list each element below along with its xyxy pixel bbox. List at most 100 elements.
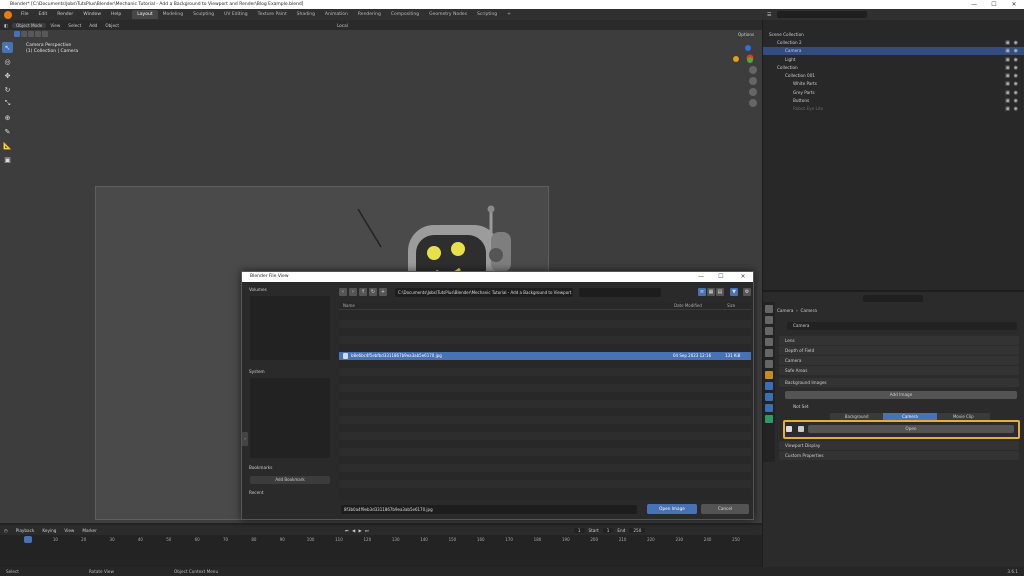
- source-background-tab[interactable]: Background: [830, 413, 884, 420]
- file-row[interactable]: [339, 416, 751, 424]
- visibility-eye-icon[interactable]: ◉: [1014, 39, 1018, 47]
- file-row[interactable]: [339, 488, 751, 496]
- render-toggle-icon[interactable]: ▣: [1005, 64, 1010, 72]
- visibility-eye-icon[interactable]: ◉: [1014, 56, 1018, 64]
- dialog-close-button[interactable]: ✕: [736, 272, 750, 282]
- section-lens[interactable]: Lens: [779, 336, 1019, 345]
- tab-sculpting[interactable]: Sculpting: [188, 10, 219, 19]
- modifier-tab-icon[interactable]: [765, 382, 773, 390]
- file-row[interactable]: [339, 408, 751, 416]
- timeline-ruler[interactable]: 0102030405060708090100110120130140150160…: [0, 536, 762, 544]
- tab-modeling[interactable]: Modeling: [158, 10, 188, 19]
- tab-rendering[interactable]: Rendering: [353, 10, 386, 19]
- render-toggle-icon[interactable]: ▣: [1005, 39, 1010, 47]
- select-extend-icon[interactable]: [21, 31, 27, 37]
- scene-tab-icon[interactable]: [765, 349, 773, 357]
- tab-geometry-nodes[interactable]: Geometry Nodes: [424, 10, 472, 19]
- menu-window[interactable]: Window: [78, 12, 106, 17]
- filter-icon[interactable]: ▼: [730, 288, 738, 296]
- column-date[interactable]: Date Modified: [674, 302, 702, 310]
- menu-keying[interactable]: Keying: [38, 528, 60, 533]
- outliner-search-input[interactable]: [777, 11, 868, 18]
- outliner-row[interactable]: Scene Collection: [763, 31, 1024, 39]
- render-toggle-icon[interactable]: ▣: [1005, 56, 1010, 64]
- outliner-row[interactable]: Robot Eye Lite ▣ ◉: [763, 105, 1024, 113]
- camera-data-field[interactable]: Camera: [787, 322, 1017, 330]
- outliner-row[interactable]: White Parts ▣ ◉: [763, 80, 1024, 88]
- file-search-input[interactable]: [579, 287, 661, 297]
- bookmarks-header[interactable]: Bookmarks: [246, 464, 332, 472]
- volumes-list[interactable]: [250, 296, 330, 360]
- move-icon[interactable]: ✥: [2, 70, 13, 81]
- outliner-editor-icon[interactable]: ☰: [763, 12, 771, 18]
- source-movie-clip-tab[interactable]: Movie Clip: [936, 413, 990, 420]
- tab-texture-paint[interactable]: Texture Paint: [253, 10, 292, 19]
- tool-tab-icon[interactable]: [765, 305, 773, 313]
- file-row[interactable]: [339, 328, 751, 336]
- file-row[interactable]: [339, 472, 751, 480]
- menu-view[interactable]: View: [46, 23, 64, 28]
- settings-gear-icon[interactable]: ⚙: [743, 288, 751, 296]
- file-row[interactable]: [339, 336, 751, 344]
- playback-controls[interactable]: ⏮ ◀ ▶ ⏭: [341, 528, 374, 533]
- grid-view-icon[interactable]: ▤: [716, 288, 724, 296]
- outliner-row[interactable]: Collection 2 ▣ ◉: [763, 39, 1024, 47]
- add-cube-icon[interactable]: ▣: [2, 154, 13, 165]
- outliner-row[interactable]: Collection 001 ▣ ◉: [763, 72, 1024, 80]
- list-view-icon[interactable]: ≡: [698, 288, 706, 296]
- close-button[interactable]: ✕: [1004, 0, 1024, 9]
- dialog-minimize-button[interactable]: —: [694, 272, 708, 282]
- select-intersect-icon[interactable]: [42, 31, 48, 37]
- filename-input[interactable]: 8f3b0a4f9eb3d3311867b9ea3ab5e6170.jpg: [341, 505, 637, 514]
- navigation-gizmo[interactable]: [728, 40, 758, 107]
- system-list[interactable]: [250, 378, 330, 458]
- file-row[interactable]: [339, 448, 751, 456]
- menu-file[interactable]: File: [16, 12, 34, 17]
- outliner-row[interactable]: Buttons ▣ ◉: [763, 97, 1024, 105]
- rotate-icon[interactable]: ↻: [2, 84, 13, 95]
- menu-add[interactable]: Add: [85, 23, 101, 28]
- scale-icon[interactable]: ⤡: [2, 98, 13, 109]
- system-header[interactable]: System: [246, 368, 332, 376]
- camera-data-tab-icon[interactable]: [765, 415, 773, 423]
- outliner-row[interactable]: Grey Parts ▣ ◉: [763, 89, 1024, 97]
- tab-layout[interactable]: Layout: [132, 10, 158, 19]
- properties-search-input[interactable]: [863, 295, 923, 302]
- file-row[interactable]: [339, 312, 751, 320]
- timeline-editor-icon[interactable]: ◷: [0, 528, 12, 533]
- outliner-row[interactable]: Light ▣ ◉: [763, 56, 1024, 64]
- file-row[interactable]: [339, 440, 751, 448]
- volumes-header[interactable]: Volumes: [246, 286, 332, 294]
- file-row[interactable]: [339, 456, 751, 464]
- file-row[interactable]: [339, 392, 751, 400]
- visibility-eye-icon[interactable]: ◉: [1014, 97, 1018, 105]
- cursor-icon[interactable]: ◎: [2, 56, 13, 67]
- section-dof[interactable]: Depth of Field: [779, 346, 1019, 355]
- world-tab-icon[interactable]: [765, 360, 773, 368]
- blender-logo-icon[interactable]: [4, 10, 12, 19]
- editor-type-icon[interactable]: ◧: [0, 23, 12, 28]
- menu-view-timeline[interactable]: View: [60, 528, 78, 533]
- open-image-confirm-button[interactable]: Open Image: [647, 504, 697, 514]
- outliner-row[interactable]: Collection ▣ ◉: [763, 64, 1024, 72]
- options-dropdown[interactable]: Options: [738, 32, 754, 37]
- new-folder-icon[interactable]: +: [379, 288, 387, 296]
- file-row[interactable]: [339, 424, 751, 432]
- tab-uv-editing[interactable]: UV Editing: [219, 10, 252, 19]
- dialog-maximize-button[interactable]: ☐: [714, 272, 728, 282]
- render-toggle-icon[interactable]: ▣: [1005, 47, 1010, 55]
- visibility-eye-icon[interactable]: ◉: [1014, 80, 1018, 88]
- file-row[interactable]: [339, 384, 751, 392]
- tab-animation[interactable]: Animation: [320, 10, 353, 19]
- mode-select[interactable]: Object Mode: [11, 22, 47, 28]
- playhead[interactable]: [24, 536, 32, 543]
- select-subtract-icon[interactable]: [28, 31, 34, 37]
- menu-help[interactable]: Help: [106, 12, 126, 17]
- column-name[interactable]: Name: [343, 302, 355, 310]
- file-row[interactable]: b8e6bc4f5ebfbd3311867b9ea3ab5e6170.jpg 04…: [339, 352, 751, 360]
- select-invert-icon[interactable]: [35, 31, 41, 37]
- file-list[interactable]: Name Date Modified Size b8e6bc4f5ebfbd33…: [339, 302, 751, 500]
- thumbnail-view-icon[interactable]: ▦: [707, 288, 715, 296]
- column-size[interactable]: Size: [727, 302, 735, 310]
- section-background-images[interactable]: Background Images: [779, 378, 1019, 387]
